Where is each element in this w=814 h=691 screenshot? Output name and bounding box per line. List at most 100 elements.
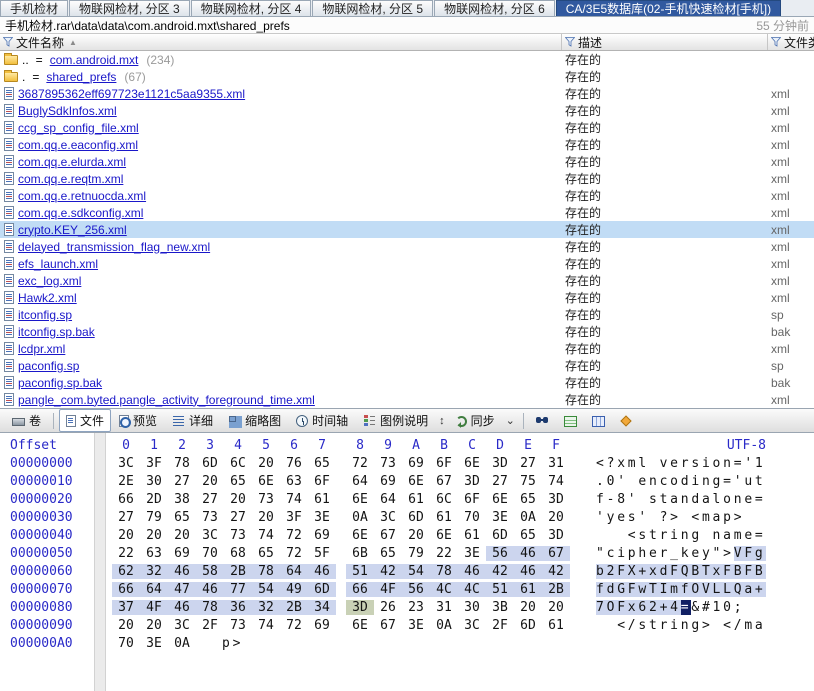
hex-byte[interactable]: 79 xyxy=(140,510,168,525)
mode-button-缩略图[interactable]: 缩略图 xyxy=(221,409,288,432)
file-link[interactable]: lcdpr.xml xyxy=(18,342,65,356)
hex-text-char[interactable]: = xyxy=(734,456,745,471)
hex-text-char[interactable]: a xyxy=(713,510,724,525)
hex-byte[interactable]: 2B xyxy=(542,582,570,597)
hex-byte[interactable]: 3C xyxy=(112,456,140,471)
mode-button-预览[interactable]: 预览 xyxy=(112,409,164,432)
hex-byte[interactable]: 69 xyxy=(374,474,402,489)
hex-byte[interactable]: 31 xyxy=(430,600,458,615)
hex-text-char[interactable]: F xyxy=(617,600,628,615)
hex-byte[interactable]: 46 xyxy=(308,564,336,579)
hex-byte[interactable]: 72 xyxy=(280,546,308,561)
hex-text-char[interactable]: n xyxy=(734,492,745,507)
hex-byte[interactable]: 38 xyxy=(168,492,196,507)
hex-text-char[interactable]: o xyxy=(670,474,681,489)
hex-text-char[interactable]: 4 xyxy=(670,600,681,615)
search-binoculars-icon-button[interactable] xyxy=(529,411,556,430)
hex-byte[interactable]: 75 xyxy=(514,474,542,489)
hex-byte[interactable]: 3E xyxy=(458,546,486,561)
hex-byte[interactable]: 77 xyxy=(224,582,252,597)
hex-byte[interactable]: 20 xyxy=(140,618,168,633)
hex-text-char[interactable]: d xyxy=(660,564,671,579)
hex-byte[interactable]: 6E xyxy=(458,456,486,471)
hex-text-char[interactable]: n xyxy=(702,474,713,489)
hex-text-char[interactable]: O xyxy=(607,600,618,615)
hex-byte[interactable]: 30 xyxy=(458,600,486,615)
hex-text-char[interactable]: v xyxy=(660,456,671,471)
hex-text-char[interactable]: - xyxy=(607,492,618,507)
hex-byte[interactable]: 74 xyxy=(542,474,570,489)
hex-text-char[interactable]: < xyxy=(691,510,702,525)
hex-byte[interactable]: 78 xyxy=(196,600,224,615)
column-header-description[interactable]: 描述 xyxy=(562,34,768,50)
hex-byte[interactable]: 3D xyxy=(458,474,486,489)
hex-byte[interactable]: 76 xyxy=(280,456,308,471)
hex-byte[interactable]: 2B xyxy=(280,600,308,615)
hex-byte[interactable]: 3C xyxy=(168,618,196,633)
hex-text-char[interactable] xyxy=(744,600,755,615)
file-link[interactable]: com.qq.e.sdkconfig.xml xyxy=(18,206,143,220)
hex-text-char[interactable]: + xyxy=(660,600,671,615)
hex-text-char[interactable]: ' xyxy=(596,510,607,525)
hex-byte[interactable]: 73 xyxy=(224,528,252,543)
hex-byte[interactable]: 6D xyxy=(308,582,336,597)
hex-text-char[interactable]: Q xyxy=(681,564,692,579)
tab-evidence[interactable]: 物联网检材, 分区 5 xyxy=(312,0,433,16)
hex-text-char[interactable]: ' xyxy=(744,456,755,471)
hex-text-char[interactable]: + xyxy=(638,564,649,579)
file-link[interactable]: paconfig.sp.bak xyxy=(18,376,102,390)
tab-active-case[interactable]: CA/3E5数据库(02-手机快速检材[手机]) xyxy=(556,0,781,16)
window-grid-icon-button[interactable] xyxy=(585,412,612,430)
file-link[interactable]: BuglySdkInfos.xml xyxy=(18,104,117,118)
hex-byte[interactable]: 20 xyxy=(514,600,542,615)
hex-byte[interactable]: 6F xyxy=(430,456,458,471)
hex-text-char[interactable]: O xyxy=(691,582,702,597)
dropdown-chevron-icon[interactable]: ⌄ xyxy=(503,413,518,428)
file-link[interactable]: paconfig.sp xyxy=(18,359,79,373)
hex-byte[interactable]: 20 xyxy=(542,600,570,615)
hex-text-char[interactable]: 1 xyxy=(755,456,766,471)
file-row[interactable]: Hawk2.xml存在的xml xyxy=(0,289,814,306)
hex-byte[interactable]: 32 xyxy=(140,564,168,579)
file-link[interactable]: exc_log.xml xyxy=(18,274,81,288)
hex-byte[interactable]: 0A xyxy=(430,618,458,633)
hex-byte[interactable]: 65 xyxy=(514,528,542,543)
hex-byte[interactable]: 69 xyxy=(308,528,336,543)
hex-text-char[interactable]: F xyxy=(723,564,734,579)
hex-text-char[interactable]: g xyxy=(713,474,724,489)
hex-byte[interactable]: 42 xyxy=(486,564,514,579)
file-row[interactable]: com.qq.e.retnuocda.xml存在的xml xyxy=(0,187,814,204)
file-row[interactable]: ccg_sp_config_file.xml存在的xml xyxy=(0,119,814,136)
hex-text-char[interactable]: h xyxy=(638,546,649,561)
folder-link[interactable]: com.android.mxt xyxy=(50,53,139,67)
file-row[interactable]: com.qq.e.sdkconfig.xml存在的xml xyxy=(0,204,814,221)
hex-byte[interactable]: 3D xyxy=(486,456,514,471)
hex-text-char[interactable]: t xyxy=(660,492,671,507)
hex-byte[interactable]: 46 xyxy=(458,564,486,579)
hex-text-char[interactable]: m xyxy=(628,456,639,471)
file-link[interactable]: itconfig.sp xyxy=(18,308,72,322)
hex-byte[interactable]: 72 xyxy=(280,618,308,633)
hex-byte[interactable]: 58 xyxy=(196,564,224,579)
file-row[interactable]: exc_log.xml存在的xml xyxy=(0,272,814,289)
hex-byte[interactable]: 20 xyxy=(224,492,252,507)
hex-text-char[interactable]: l xyxy=(638,456,649,471)
hex-text-char[interactable]: V xyxy=(702,582,713,597)
hex-byte[interactable]: 51 xyxy=(486,582,514,597)
hex-text-char[interactable]: x xyxy=(628,600,639,615)
hex-byte[interactable]: 6E xyxy=(346,492,374,507)
file-row[interactable]: crypto.KEY_256.xml存在的xml xyxy=(0,221,814,238)
hex-byte[interactable]: 2B xyxy=(224,564,252,579)
hex-byte[interactable]: 64 xyxy=(346,474,374,489)
hex-text-char[interactable]: f xyxy=(681,582,692,597)
hex-text-char[interactable]: ; xyxy=(734,600,745,615)
column-header-filename[interactable]: 文件名称 ▲ xyxy=(0,34,562,50)
hex-byte[interactable]: 49 xyxy=(280,582,308,597)
hex-text-char[interactable]: n xyxy=(681,492,692,507)
hex-text-char[interactable]: < xyxy=(723,618,734,633)
hex-byte[interactable]: 63 xyxy=(280,474,308,489)
hex-byte[interactable]: 61 xyxy=(458,528,486,543)
hex-text-char[interactable]: ' xyxy=(734,474,745,489)
hex-byte[interactable]: 3E xyxy=(140,636,168,651)
hex-byte[interactable]: 46 xyxy=(514,546,542,561)
